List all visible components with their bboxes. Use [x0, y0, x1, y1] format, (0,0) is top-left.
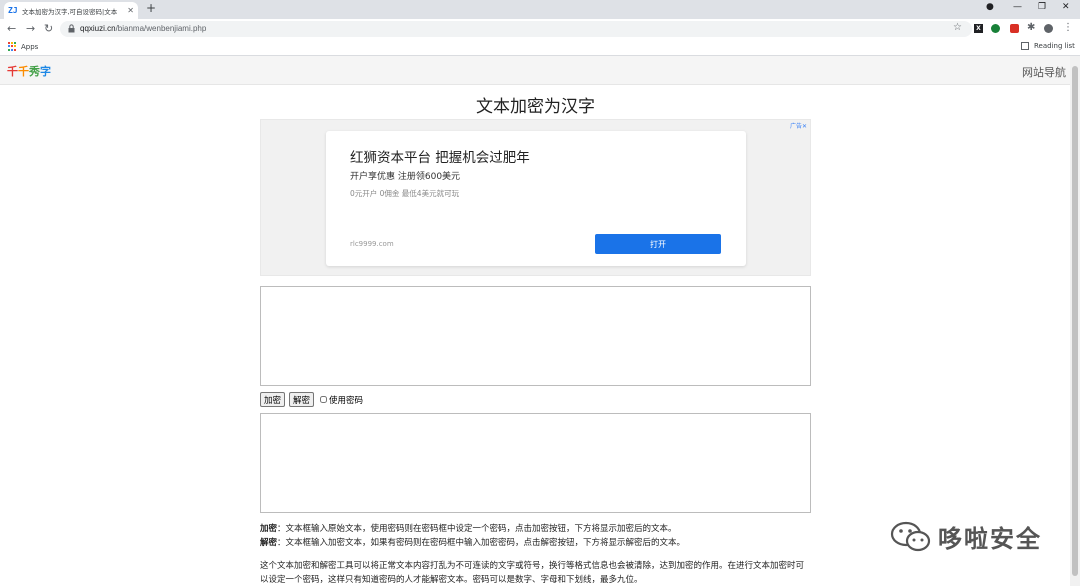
favicon-icon: ZJ	[8, 5, 18, 15]
star-icon[interactable]: ☆	[953, 22, 962, 33]
ad-card[interactable]: 红狮资本平台 把握机会过肥年 开户享优惠 注册领600美元 0元开户 0佣金 最…	[326, 131, 746, 266]
encrypt-button[interactable]: 加密	[260, 392, 286, 407]
record-icon[interactable]: ●	[986, 2, 994, 12]
encrypt-instruction: 加密：文本框输入原始文本，使用密码则在密码框中设定一个密码，点击加密按钮，下方将…	[260, 522, 811, 536]
site-nav-link[interactable]: 网站导航	[1022, 64, 1066, 80]
instructions: 加密：文本框输入原始文本，使用密码则在密码框中设定一个密码，点击加密按钮，下方将…	[260, 522, 811, 586]
use-password-checkbox[interactable]	[320, 396, 328, 403]
output-textarea[interactable]	[260, 413, 811, 513]
input-textarea[interactable]	[260, 286, 811, 386]
tab-strip: ZJ 文本加密为汉字,可自设密码|文本 ✕ + ● — ❐ ✕	[0, 0, 1080, 19]
extension-green-icon[interactable]	[991, 24, 1000, 33]
tool-description: 这个文本加密和解密工具可以将正常文本内容打乱为不可连读的文字或符号，换行等格式信…	[260, 561, 805, 585]
address-bar[interactable]: qqxiuzi.cn/bianma/wenbenjiami.php ☆	[60, 21, 972, 37]
wechat-icon	[890, 521, 931, 551]
reading-list-icon	[1021, 42, 1029, 50]
bookmarks-bar: Apps Reading list	[0, 39, 1080, 56]
puzzle-icon[interactable]: ✱	[1027, 22, 1036, 33]
decrypt-button[interactable]: 解密	[289, 392, 315, 407]
close-window-icon[interactable]: ✕	[1062, 2, 1070, 12]
logo-char: 字	[40, 65, 51, 78]
site-header: 千千秀字 网站导航	[0, 56, 1070, 85]
back-icon[interactable]: ←	[7, 22, 16, 35]
page-scrollbar[interactable]	[1070, 56, 1080, 586]
forward-icon[interactable]: →	[26, 22, 35, 35]
url-text: qqxiuzi.cn/bianma/wenbenjiami.php	[80, 24, 207, 33]
decrypt-text: ：文本框输入加密文本，如果有密码则在密码框中输入加密密码，点击解密按钮，下方将显…	[277, 538, 686, 548]
decrypt-term: 解密	[260, 538, 278, 548]
browser-tab[interactable]: ZJ 文本加密为汉字,可自设密码|文本 ✕	[4, 2, 138, 19]
logo-char: 秀	[29, 65, 40, 78]
ad-container: 广告✕ 红狮资本平台 把握机会过肥年 开户享优惠 注册领600美元 0元开户 0…	[260, 119, 811, 276]
ad-title: 红狮资本平台 把握机会过肥年	[350, 150, 530, 166]
action-controls: 加密 解密 使用密码	[260, 392, 363, 407]
reading-list-label: Reading list	[1034, 42, 1075, 50]
logo-char: 千	[18, 65, 29, 78]
apps-label: Apps	[21, 42, 39, 51]
ad-domain: rlc9999.com	[350, 240, 394, 248]
apps-grid-icon	[8, 42, 17, 51]
extension-red-icon[interactable]	[1010, 24, 1019, 33]
minimize-icon[interactable]: —	[1013, 2, 1022, 12]
apps-bookmark[interactable]: Apps	[8, 42, 38, 51]
page-title: 文本加密为汉字	[476, 97, 595, 117]
close-tab-icon[interactable]: ✕	[127, 6, 134, 15]
use-password-label: 使用密码	[329, 395, 364, 406]
reload-icon[interactable]: ↻	[44, 22, 53, 35]
extension-x-icon[interactable]: X	[974, 24, 983, 33]
logo-char: 千	[7, 65, 18, 78]
watermark-text: 哆啦安全	[938, 525, 1042, 553]
restore-icon[interactable]: ❐	[1038, 2, 1046, 12]
encrypt-text: ：文本框输入原始文本，使用密码则在密码框中设定一个密码，点击加密按钮，下方将显示…	[277, 524, 677, 534]
tab-title: 文本加密为汉字,可自设密码|文本	[21, 7, 118, 16]
encrypt-term: 加密	[260, 524, 278, 534]
new-tab-icon[interactable]: +	[146, 1, 156, 15]
reading-list-button[interactable]: Reading list	[1021, 42, 1075, 50]
browser-toolbar: ← → ↻ qqxiuzi.cn/bianma/wenbenjiami.php …	[0, 19, 1080, 39]
ad-open-button[interactable]: 打开	[595, 234, 721, 254]
site-logo[interactable]: 千千秀字	[7, 63, 51, 79]
kebab-menu-icon[interactable]: ⋮	[1063, 22, 1073, 33]
profile-avatar-icon[interactable]	[1044, 24, 1053, 33]
watermark: 哆啦安全	[890, 519, 1042, 554]
ad-close-icon[interactable]: 广告✕	[790, 121, 807, 130]
decrypt-instruction: 解密：文本框输入加密文本，如果有密码则在密码框中输入加密密码，点击解密按钮，下方…	[260, 536, 811, 550]
scroll-thumb[interactable]	[1072, 66, 1078, 576]
ad-subtitle: 开户享优惠 注册领600美元	[350, 172, 461, 182]
ad-small-text: 0元开户 0佣金 最低4美元就可玩	[350, 189, 460, 198]
lock-icon	[68, 24, 75, 33]
